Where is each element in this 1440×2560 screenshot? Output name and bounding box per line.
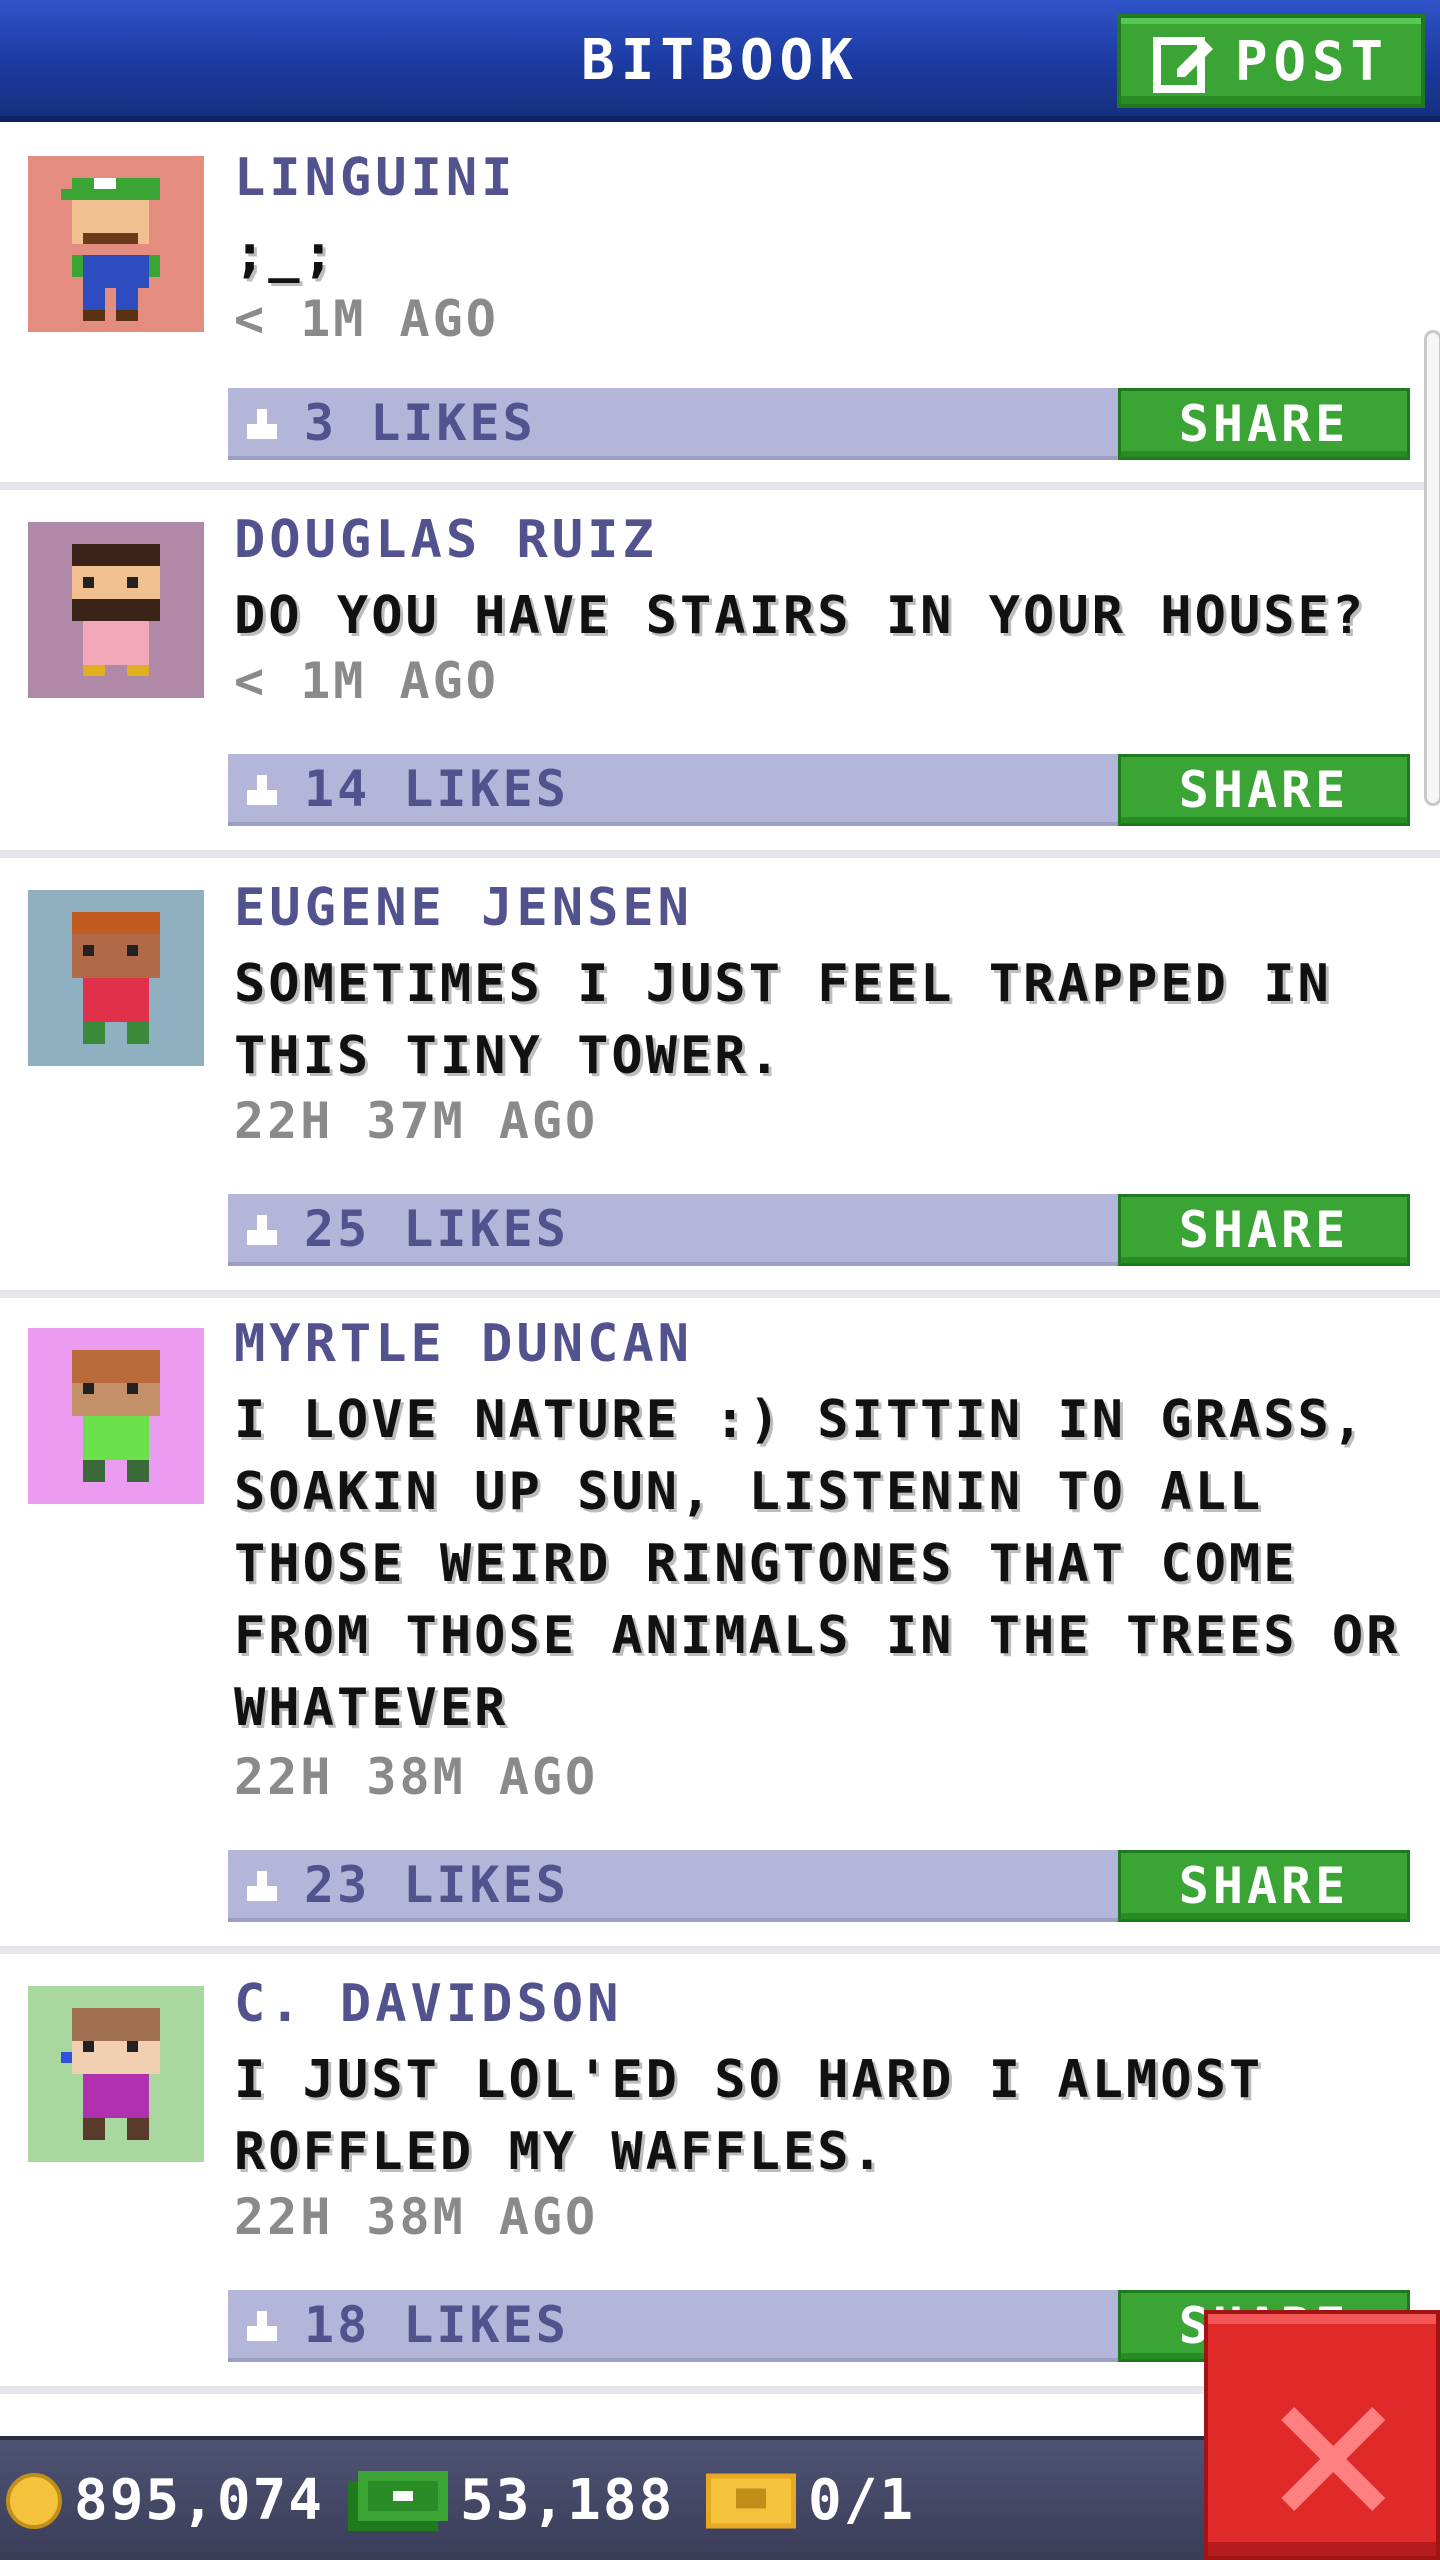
feed-post: EUGENE JENSEN SOMETIMES I JUST FEEL TRAP… xyxy=(0,858,1440,1298)
compose-icon xyxy=(1152,37,1213,93)
tickets-stat: 0/1 xyxy=(706,2468,915,2533)
post-author[interactable]: EUGENE JENSEN xyxy=(234,878,693,938)
close-icon xyxy=(1281,2407,1385,2511)
post-button[interactable]: POST xyxy=(1117,14,1425,108)
bux-icon xyxy=(348,2470,448,2531)
tickets-value: 0/1 xyxy=(808,2468,916,2533)
likes-count: 18 LIKES xyxy=(304,2296,569,2354)
post-author[interactable]: DOUGLAS RUIZ xyxy=(234,510,658,570)
post-message: ;_; xyxy=(234,224,337,284)
share-button[interactable]: SHARE xyxy=(1118,754,1410,826)
coins-value: 895,074 xyxy=(74,2468,325,2533)
bux-stat: 53,188 xyxy=(348,2468,674,2533)
likes-count: 3 LIKES xyxy=(304,394,536,452)
coin-icon xyxy=(6,2472,62,2529)
post-message: I LOVE NATURE :) SITTIN IN GRASS, SOAKIN… xyxy=(234,1390,1401,1738)
post-author[interactable]: C. DAVIDSON xyxy=(234,1974,622,2034)
avatar[interactable] xyxy=(28,890,204,1066)
ticket-icon xyxy=(706,2473,796,2528)
app-header: BITBOOK POST xyxy=(0,0,1440,122)
share-button[interactable]: SHARE xyxy=(1118,1850,1410,1922)
like-icon[interactable] xyxy=(242,1866,282,1906)
likes-bar: 14 LIKES SHARE xyxy=(228,754,1410,826)
like-icon[interactable] xyxy=(242,404,282,444)
share-button[interactable]: SHARE xyxy=(1118,1194,1410,1266)
like-icon[interactable] xyxy=(242,770,282,810)
post-timestamp: < 1M AGO xyxy=(234,290,499,348)
avatar[interactable] xyxy=(28,1986,204,2162)
likes-bar: 23 LIKES SHARE xyxy=(228,1850,1410,1922)
post-timestamp: 22H 38M AGO xyxy=(234,1748,599,1806)
feed-post: LINGUINI ;_; < 1M AGO 3 LIKES SHARE xyxy=(0,128,1440,490)
like-icon[interactable] xyxy=(242,1210,282,1250)
likes-bar: 25 LIKES SHARE xyxy=(228,1194,1410,1266)
feed-list[interactable]: LINGUINI ;_; < 1M AGO 3 LIKES SHARE DOUG… xyxy=(0,128,1440,2428)
post-button-label: POST xyxy=(1234,29,1390,93)
post-message: I JUST LOL'ED SO HARD I ALMOST ROFFLED M… xyxy=(234,2050,1264,2182)
coins-stat: 895,074 xyxy=(6,2468,324,2533)
feed-post: DOUGLAS RUIZ DO YOU HAVE STAIRS IN YOUR … xyxy=(0,490,1440,858)
likes-bar: 3 LIKES SHARE xyxy=(228,388,1410,460)
share-button[interactable]: SHARE xyxy=(1118,388,1410,460)
close-button[interactable] xyxy=(1204,2310,1440,2560)
likes-count: 25 LIKES xyxy=(304,1200,569,1258)
feed-post: MYRTLE DUNCAN I LOVE NATURE :) SITTIN IN… xyxy=(0,1298,1440,1954)
post-message: SOMETIMES I JUST FEEL TRAPPED IN THIS TI… xyxy=(234,954,1332,1086)
post-message: DO YOU HAVE STAIRS IN YOUR HOUSE? xyxy=(234,586,1367,646)
likes-count: 14 LIKES xyxy=(304,760,569,818)
scrollbar[interactable] xyxy=(1424,330,1440,806)
likes-count: 23 LIKES xyxy=(304,1856,569,1914)
post-author[interactable]: MYRTLE DUNCAN xyxy=(234,1314,693,1374)
like-icon[interactable] xyxy=(242,2306,282,2346)
post-timestamp: < 1M AGO xyxy=(234,652,499,710)
avatar[interactable] xyxy=(28,522,204,698)
post-timestamp: 22H 37M AGO xyxy=(234,1092,599,1150)
post-timestamp: 22H 38M AGO xyxy=(234,2188,599,2246)
post-author[interactable]: LINGUINI xyxy=(234,148,516,208)
avatar[interactable] xyxy=(28,156,204,332)
avatar[interactable] xyxy=(28,1328,204,1504)
bux-value: 53,188 xyxy=(460,2468,675,2533)
